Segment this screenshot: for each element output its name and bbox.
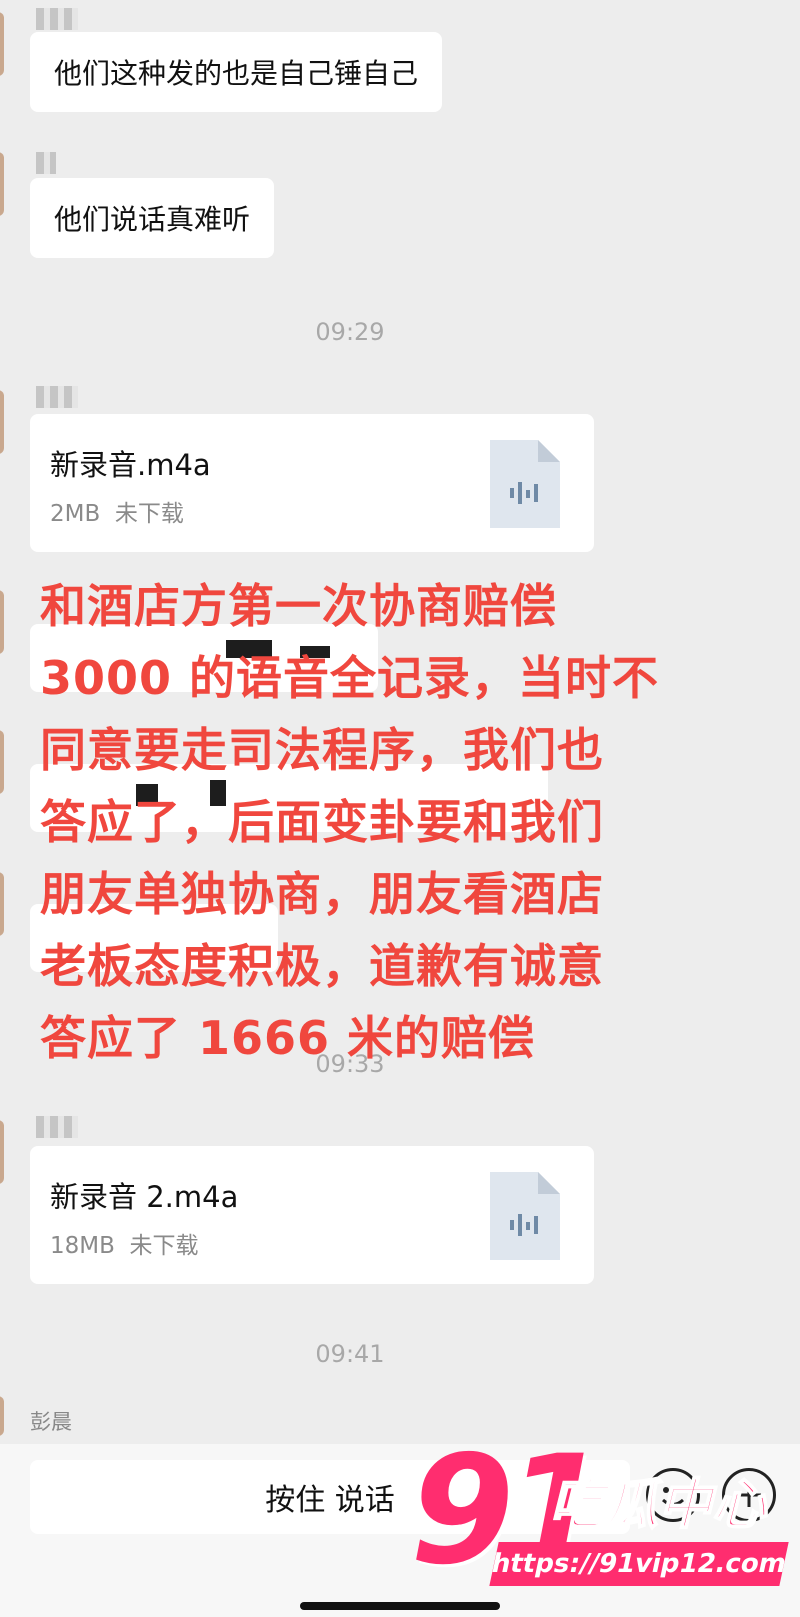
message-text: 他们说话真难听 [54,203,251,236]
annotation-line: 朋友单独协商，朋友看酒店 [40,867,604,921]
annotation-line: 同意要走司法程序，我们也 [40,723,604,777]
watermark-name: 吃瓜中心 [549,1472,767,1537]
watermark-url: https://91vip12.com [489,1542,789,1586]
annotation-overlay: 和酒店方第一次协商赔偿 3000 的语音全记录，当时不 同意要走司法程序，我们也… [40,570,770,1074]
file-size: 18MB [50,1233,115,1259]
file-meta: 18MB 未下载 [50,1226,199,1260]
site-watermark: 91 吃瓜中心 https://91vip12.com [410,1424,790,1608]
file-status: 未下载 [129,1233,199,1259]
sender-name-blurred [36,386,78,408]
sender-name-blurred [36,1116,78,1138]
file-size: 2MB [50,501,101,527]
avatar[interactable] [0,590,4,654]
audio-file-icon [490,440,560,528]
annotation-line: 3000 的语音全记录，当时不 [40,651,660,705]
annotation-line: 答应了 1666 米的赔偿 [40,1011,536,1065]
sender-name-blurred [36,8,78,30]
file-name: 新录音 2.m4a [50,1180,239,1214]
text-message[interactable]: 他们说话真难听 [30,178,275,258]
avatar[interactable] [0,1396,4,1436]
file-message[interactable]: 新录音 2.m4a 18MB 未下载 [30,1146,594,1284]
message-text: 他们这种发的也是自己锤自己 [54,57,419,90]
avatar[interactable] [0,1120,4,1184]
annotation-line: 和酒店方第一次协商赔偿 [40,579,557,633]
timestamp: 09:41 [315,1340,385,1368]
timestamp: 09:29 [315,318,385,346]
audio-file-icon [490,1172,560,1260]
annotation-line: 答应了，后面变卦要和我们 [40,795,604,849]
file-message[interactable]: 新录音.m4a 2MB 未下载 [30,414,594,552]
avatar[interactable] [0,12,4,76]
avatar[interactable] [0,872,4,936]
home-indicator[interactable] [300,1602,500,1610]
avatar[interactable] [0,152,4,216]
file-meta: 2MB 未下载 [50,494,184,528]
text-message[interactable]: 他们这种发的也是自己锤自己 [30,32,443,112]
annotation-line: 老板态度积极，道歉有诚意 [40,939,604,993]
sender-name: 彭晨 [30,1410,72,1434]
file-name: 新录音.m4a [50,448,211,482]
avatar[interactable] [0,390,4,454]
file-status: 未下载 [114,501,184,527]
sender-name-blurred [36,152,56,174]
avatar[interactable] [0,730,4,794]
